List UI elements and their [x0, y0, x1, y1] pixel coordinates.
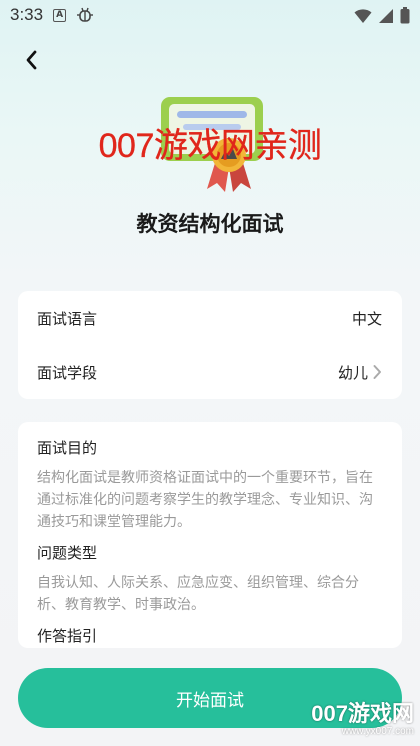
purpose-body: 结构化面试是教师资格证面试中的一个重要环节，旨在通过标准化的问题考察学生的教学理…	[37, 470, 373, 530]
bug-icon	[76, 6, 94, 24]
signal-icon	[378, 8, 394, 29]
types-title: 问题类型	[37, 544, 98, 562]
chevron-right-icon	[372, 364, 382, 380]
status-bar: 3:33 A	[0, 0, 420, 30]
page-title: 教资结构化面试	[136, 212, 284, 236]
stage-value: 幼儿	[337, 363, 368, 382]
language-value: 中文	[351, 309, 382, 328]
stage-label: 面试学段	[37, 363, 98, 382]
chevron-left-icon	[26, 50, 37, 70]
guide-title: 作答指引	[37, 627, 98, 645]
keyboard-a-icon: A	[53, 8, 67, 22]
battery-icon	[400, 7, 410, 29]
wifi-icon	[354, 8, 372, 29]
settings-card: 面试语言 中文 面试学段 幼儿	[18, 291, 402, 399]
corner-watermark: 007游戏网 www.yx007.com	[311, 702, 414, 738]
types-body: 自我认知、人际关系、应急应变、组织管理、综合分析、教育教学、时事政治。	[37, 575, 359, 613]
corner-watermark-logo: 007游戏网	[311, 701, 414, 726]
purpose-title: 面试目的	[37, 439, 98, 457]
status-right-icons	[354, 7, 410, 29]
status-time: 3:33	[10, 5, 44, 24]
stage-value-wrap: 幼儿	[338, 362, 382, 383]
stage-row[interactable]: 面试学段 幼儿	[18, 345, 402, 399]
corner-watermark-url: www.yx007.com	[341, 726, 414, 737]
language-label: 面试语言	[37, 309, 98, 328]
watermark-text: 007游戏网亲测	[98, 127, 322, 165]
back-button[interactable]	[18, 46, 46, 74]
info-card: 面试目的 结构化面试是教师资格证面试中的一个重要环节，旨在通过标准化的问题考察学…	[18, 422, 402, 648]
language-row[interactable]: 面试语言 中文	[18, 291, 402, 345]
